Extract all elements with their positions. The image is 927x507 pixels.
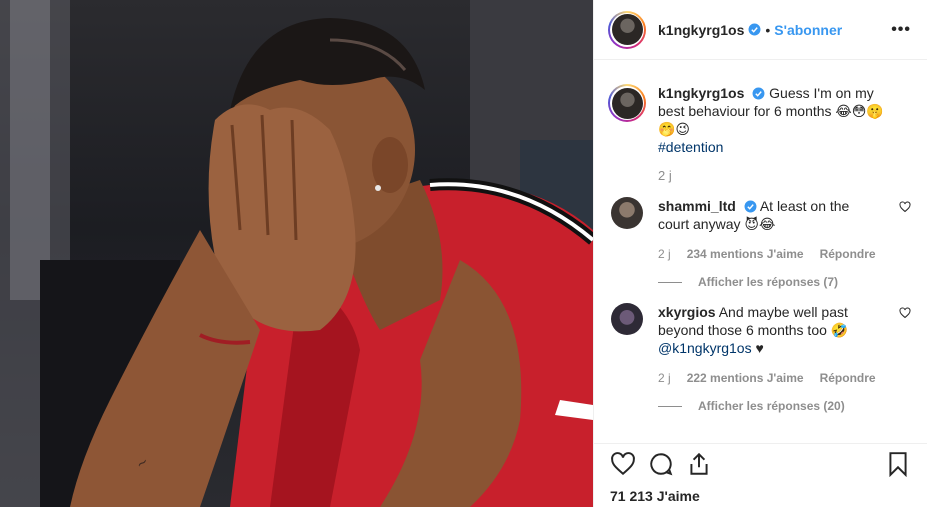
bookmark-icon[interactable] [885, 451, 911, 477]
instagram-post: ~ k1ngkyrg1os • S'abonner ••• k1ngkyrg1o… [0, 0, 927, 507]
comment-username[interactable]: xkyrgios [658, 304, 716, 320]
like-comment-heart-icon[interactable] [899, 307, 911, 319]
post-likes-count[interactable]: 71 213 J'aime [610, 488, 911, 504]
post-photo[interactable]: ~ [0, 0, 593, 507]
view-replies-button[interactable]: Afficher les réponses (7) [658, 275, 911, 289]
photo-illustration: ~ [0, 0, 593, 507]
post-caption: k1ngkyrg1os Guess I'm on my best behavio… [608, 84, 911, 156]
separator-dot: • [765, 21, 771, 38]
like-comment-heart-icon[interactable] [899, 201, 911, 213]
share-icon[interactable] [686, 451, 712, 477]
commenter-avatar[interactable] [611, 197, 643, 229]
comments-list[interactable]: k1ngkyrg1os Guess I'm on my best behavio… [594, 60, 927, 443]
hashtag-link[interactable]: #detention [658, 139, 723, 155]
comment-meta: 2 j 234 mentions J'aime Répondre [658, 247, 911, 261]
post-actions: 71 213 J'aime [594, 443, 927, 507]
replies-divider-line [658, 405, 682, 407]
commenter-avatar[interactable] [611, 303, 643, 335]
replies-divider-line [658, 281, 682, 283]
view-replies-label: Afficher les réponses (20) [698, 399, 845, 413]
comment-likes[interactable]: 222 mentions J'aime [687, 371, 804, 385]
caption-avatar[interactable] [608, 84, 646, 122]
caption-username[interactable]: k1ngkyrg1os [658, 85, 744, 101]
comment-item: shammi_ltd At least on the court anyway … [608, 197, 911, 233]
reply-button[interactable]: Répondre [820, 247, 876, 261]
caption-text-block: k1ngkyrg1os Guess I'm on my best behavio… [658, 84, 898, 156]
comment-time: 2 j [658, 247, 671, 261]
caption-time: 2 j [658, 168, 672, 183]
action-icons-row [610, 444, 911, 484]
comment-meta: 2 j 222 mentions J'aime Répondre [658, 371, 911, 385]
comment-time: 2 j [658, 371, 671, 385]
verified-badge-icon [744, 200, 757, 213]
mention-link[interactable]: @k1ngkyrg1os [658, 340, 752, 356]
comment-username[interactable]: shammi_ltd [658, 198, 736, 214]
comment-likes[interactable]: 234 mentions J'aime [687, 247, 804, 261]
black-heart-emoji: ♥ [755, 340, 764, 356]
view-replies-button[interactable]: Afficher les réponses (20) [658, 399, 911, 413]
comment-item: xkyrgios And maybe well past beyond thos… [608, 303, 911, 357]
post-header: k1ngkyrg1os • S'abonner ••• [594, 0, 927, 60]
view-replies-label: Afficher les réponses (7) [698, 275, 839, 289]
author-avatar[interactable] [608, 10, 646, 49]
post-side-panel: k1ngkyrg1os • S'abonner ••• k1ngkyrg1os [593, 0, 927, 507]
comment-bubble-icon[interactable] [648, 451, 674, 477]
verified-badge-icon [752, 87, 765, 100]
verified-badge-icon [748, 23, 761, 36]
like-heart-icon[interactable] [610, 451, 636, 477]
more-options-button[interactable]: ••• [891, 21, 911, 39]
follow-button[interactable]: S'abonner [774, 22, 842, 38]
comment-body: shammi_ltd At least on the court anyway … [658, 197, 878, 233]
reply-button[interactable]: Répondre [820, 371, 876, 385]
author-username[interactable]: k1ngkyrg1os [658, 22, 744, 38]
comment-body: xkyrgios And maybe well past beyond thos… [658, 303, 878, 357]
